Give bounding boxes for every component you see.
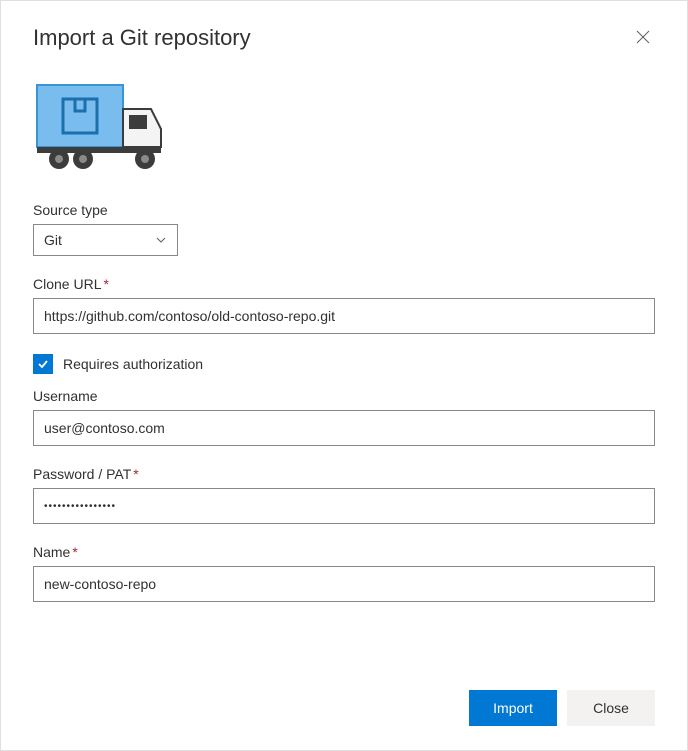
close-icon: [635, 29, 651, 45]
chevron-down-icon: [155, 234, 167, 246]
import-button[interactable]: Import: [469, 690, 557, 726]
requires-auth-label: Requires authorization: [63, 356, 203, 372]
required-mark: *: [103, 276, 108, 292]
password-field: Password / PAT*: [33, 466, 655, 524]
dialog-header: Import a Git repository: [33, 25, 655, 51]
source-type-field: Source type Git: [33, 202, 655, 256]
checkmark-icon: [36, 357, 50, 371]
name-field: Name*: [33, 544, 655, 602]
close-button[interactable]: Close: [567, 690, 655, 726]
import-git-dialog: Import a Git repository: [0, 0, 688, 751]
clone-url-input[interactable]: [33, 298, 655, 334]
name-label: Name*: [33, 544, 655, 560]
source-type-value: Git: [44, 232, 62, 248]
requires-auth-checkbox[interactable]: [33, 354, 53, 374]
close-icon-button[interactable]: [631, 25, 655, 49]
source-type-select[interactable]: Git: [33, 224, 178, 256]
clone-url-label: Clone URL*: [33, 276, 655, 292]
username-field: Username: [33, 388, 655, 446]
source-type-label: Source type: [33, 202, 655, 218]
truck-icon: [33, 79, 655, 174]
name-input[interactable]: [33, 566, 655, 602]
password-label: Password / PAT*: [33, 466, 655, 482]
username-input[interactable]: [33, 410, 655, 446]
dialog-title: Import a Git repository: [33, 25, 251, 51]
requires-auth-row: Requires authorization: [33, 354, 655, 374]
required-mark: *: [133, 466, 138, 482]
password-input[interactable]: [33, 488, 655, 524]
dialog-buttons: Import Close: [469, 690, 655, 726]
required-mark: *: [72, 544, 77, 560]
clone-url-field: Clone URL*: [33, 276, 655, 334]
username-label: Username: [33, 388, 655, 404]
